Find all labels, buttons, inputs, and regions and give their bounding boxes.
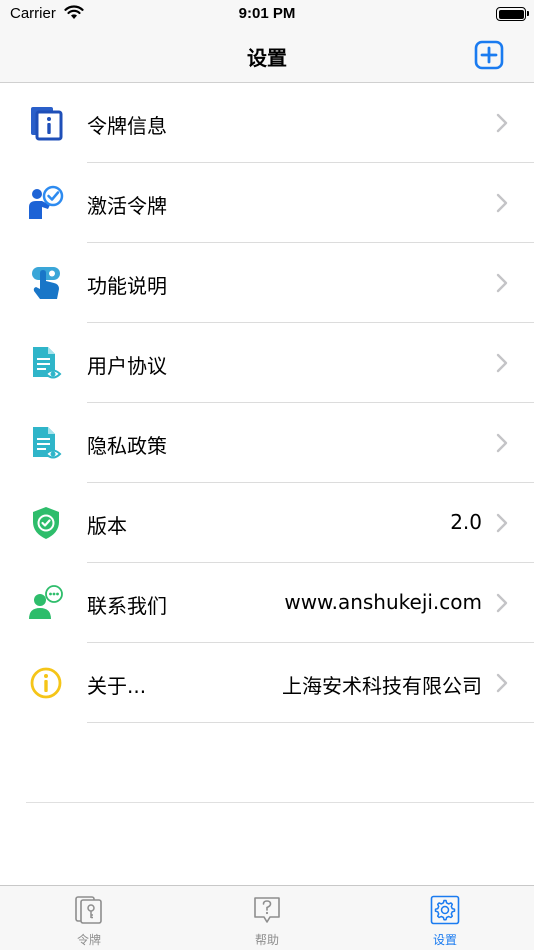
battery-icon [496,7,529,21]
settings-row-contact-us[interactable]: 联系我们 www.anshukeji.com [0,563,534,643]
website-value: www.anshukeji.com [284,590,482,614]
chevron-right-icon [496,433,508,453]
settings-row-activate-token[interactable]: 激活令牌 [0,163,534,243]
token-tab-icon [75,896,102,924]
chevron-right-icon [496,673,508,693]
settings-row-user-agreement[interactable]: 用户协议 [0,323,534,403]
tab-help[interactable]: 帮助 [178,886,356,950]
navigation-bar: 设置 [0,30,534,83]
divider [26,802,534,803]
tab-label: 令牌 [76,933,101,947]
chevron-right-icon [496,593,508,613]
chevron-right-icon [496,193,508,213]
row-label: 版本 [87,514,127,538]
settings-row-token-info[interactable]: 令牌信息 [0,83,534,163]
activate-user-icon [29,185,64,219]
info-circle-icon [30,667,62,699]
contact-chat-icon [29,585,63,619]
shield-check-icon [33,507,59,539]
document-view-icon [33,347,62,379]
row-label: 隐私政策 [87,434,167,458]
settings-row-feature-guide[interactable]: 功能说明 [0,243,534,323]
clock-time: 9:01 PM [238,5,296,22]
add-button[interactable] [474,40,504,70]
tab-bar: 令牌 帮助 设置 [0,885,534,950]
settings-row-version[interactable]: 版本 2.0 [0,483,534,563]
chevron-right-icon [496,513,508,533]
chevron-right-icon [496,113,508,133]
document-view-icon [33,427,62,459]
page-title: 设置 [247,46,287,70]
tab-settings[interactable]: 设置 [356,886,534,950]
chevron-right-icon [496,273,508,293]
row-label: 用户协议 [87,354,167,378]
chevron-right-icon [496,353,508,373]
row-label: 功能说明 [87,274,167,298]
row-label: 联系我们 [87,594,167,618]
row-label: 激活令牌 [87,194,167,218]
gear-tab-icon [430,895,460,925]
tab-token[interactable]: 令牌 [0,886,178,950]
token-info-icon [31,107,63,141]
row-label: 令牌信息 [87,114,167,138]
status-bar: Carrier 9:01 PM [0,0,534,30]
help-tab-icon [254,897,280,923]
version-value: 2.0 [450,510,482,534]
settings-row-about[interactable]: 关于... 上海安术科技有限公司 [0,643,534,723]
company-value: 上海安术科技有限公司 [282,674,482,698]
tap-hand-icon [32,267,60,299]
tab-label: 帮助 [254,933,279,947]
tab-label: 设置 [432,933,457,947]
row-label: 关于... [87,674,147,698]
settings-row-privacy-policy[interactable]: 隐私政策 [0,403,534,483]
settings-list: 令牌信息 激活令牌 功能说明 用户协议 隐私政策 版本 2.0 联系我们 www… [0,83,534,723]
